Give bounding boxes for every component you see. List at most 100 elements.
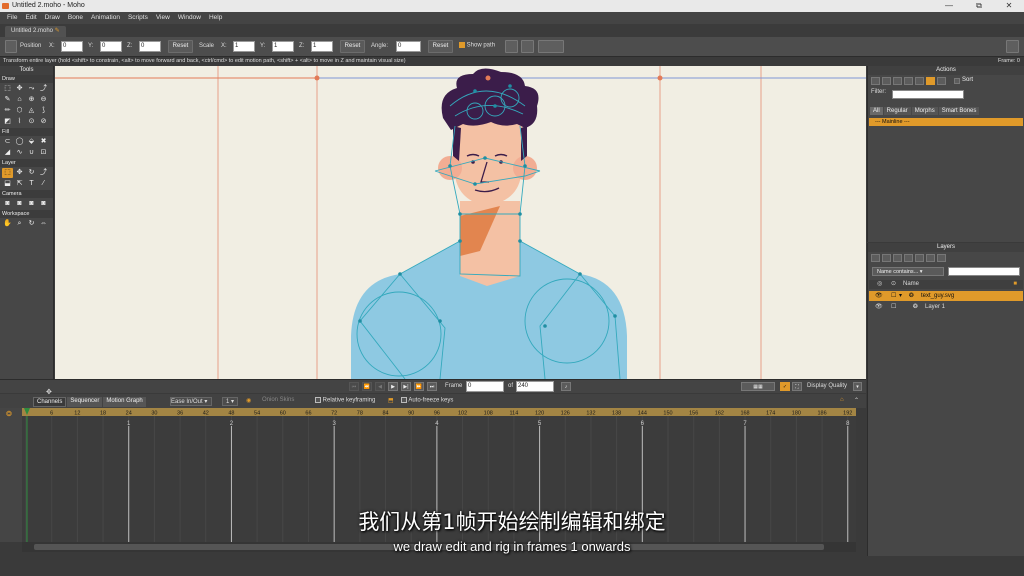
- auto-freeze-checkbox[interactable]: [401, 397, 407, 403]
- tab-sequencer[interactable]: Sequencer: [67, 397, 103, 407]
- layer-tool-icon[interactable]: ✥: [14, 168, 25, 178]
- workspace-tool-icon[interactable]: ⌕: [14, 219, 25, 229]
- actions-filter-input[interactable]: [892, 90, 964, 99]
- draw-tool-icon[interactable]: ⬚: [2, 84, 13, 94]
- menu-view[interactable]: View: [152, 12, 174, 24]
- pos-x-input[interactable]: 0: [61, 41, 83, 52]
- audio-icon[interactable]: ♪: [561, 382, 571, 391]
- freeze-icon[interactable]: ⬒: [388, 397, 394, 404]
- layer-tool-icon[interactable]: ⬓: [2, 179, 13, 189]
- draw-tool-icon[interactable]: ⤳: [26, 84, 37, 94]
- first-frame-button[interactable]: ⏮: [349, 382, 359, 391]
- draw-tool-icon[interactable]: ⊙: [26, 117, 37, 127]
- action-option-icon-2[interactable]: [915, 77, 924, 85]
- layer-copy-icon[interactable]: [893, 254, 902, 262]
- tab-motion-graph[interactable]: Motion Graph: [103, 397, 146, 407]
- reset-position-button[interactable]: Reset: [168, 40, 193, 53]
- eye-icon[interactable]: 👁: [875, 291, 883, 301]
- fill-tool-icon[interactable]: ⊂: [2, 137, 13, 147]
- duplicate-action-icon[interactable]: [882, 77, 891, 85]
- interval-dropdown[interactable]: 1 ▾: [222, 397, 239, 406]
- prev-frame-button[interactable]: ◀: [375, 382, 385, 391]
- draw-tool-icon[interactable]: ◬: [26, 106, 37, 116]
- tab-morphs[interactable]: Morphs: [911, 107, 938, 115]
- delete-action-icon[interactable]: [893, 77, 902, 85]
- path-point-2[interactable]: [485, 75, 491, 81]
- checkbox-icon[interactable]: ☐: [891, 302, 896, 312]
- tab-all[interactable]: All: [870, 107, 883, 115]
- layer-tool-icon[interactable]: ⇱: [14, 179, 25, 189]
- sort-checkbox[interactable]: [954, 78, 960, 84]
- layer-row-layer-1[interactable]: 👁 ☐ ❂ Layer 1: [869, 302, 1023, 312]
- show-path-toggle[interactable]: Show path: [459, 42, 495, 49]
- play-button[interactable]: ▶: [388, 382, 398, 391]
- timeline-collapse-icon[interactable]: ⌃: [854, 397, 859, 404]
- camera-tool-icon[interactable]: ◙: [14, 199, 25, 209]
- menu-animation[interactable]: Animation: [87, 12, 124, 24]
- menu-window[interactable]: Window: [174, 12, 205, 24]
- draw-tool-icon[interactable]: ✥: [14, 84, 25, 94]
- fill-tool-icon[interactable]: ⊡: [38, 148, 49, 158]
- scale-z-input[interactable]: 1: [311, 41, 333, 52]
- layer-row-text-guy[interactable]: 👁 ☐ ▾ ❂ text_guy.svg: [869, 291, 1023, 301]
- mainline-row[interactable]: --- Mainline ---: [869, 118, 1023, 126]
- checkbox-icon[interactable]: ☐: [891, 291, 896, 301]
- draw-tool-icon[interactable]: ⌂: [14, 95, 25, 105]
- camera-tool-icon[interactable]: ◙: [2, 199, 13, 209]
- layer-tool-icon[interactable]: ↻: [26, 168, 37, 178]
- draw-tool-icon[interactable]: ✏: [2, 106, 13, 116]
- reset-angle-button[interactable]: Reset: [428, 40, 453, 53]
- tab-channels[interactable]: Channels: [33, 397, 67, 407]
- layer-dropdown-icon[interactable]: [538, 40, 564, 53]
- path-point-3[interactable]: [657, 75, 663, 81]
- prev-keyframe-button[interactable]: ⏪: [362, 382, 372, 391]
- new-action-icon[interactable]: [871, 77, 880, 85]
- draw-tool-icon[interactable]: ⌇: [14, 117, 25, 127]
- delete-layer-icon[interactable]: [904, 254, 913, 262]
- camera-tool-icon[interactable]: ◙: [26, 199, 37, 209]
- layer-tool-icon[interactable]: ⬚: [2, 168, 13, 178]
- fill-tool-icon[interactable]: ✖: [38, 137, 49, 147]
- menu-scripts[interactable]: Scripts: [124, 12, 152, 24]
- close-button[interactable]: ✕: [994, 0, 1024, 12]
- draw-tool-icon[interactable]: ⤴: [38, 84, 49, 94]
- relative-keyframing-checkbox[interactable]: [315, 397, 321, 403]
- render-check-icon[interactable]: ✓: [780, 382, 790, 391]
- draw-tool-icon[interactable]: ⊘: [38, 117, 49, 127]
- next-keyframe-button[interactable]: ⏩: [414, 382, 424, 391]
- workspace-tool-icon[interactable]: ↻: [26, 219, 37, 229]
- pos-z-input[interactable]: 0: [139, 41, 161, 52]
- eye-icon[interactable]: 👁: [875, 302, 883, 312]
- draw-tool-icon[interactable]: ◩: [2, 117, 13, 127]
- library-icon[interactable]: [1006, 40, 1019, 53]
- duplicate-layer-icon[interactable]: [882, 254, 891, 262]
- action-option-icon[interactable]: [904, 77, 913, 85]
- fill-tool-icon[interactable]: ∪: [26, 148, 37, 158]
- tab-smart-bones[interactable]: Smart Bones: [938, 107, 980, 115]
- action-filter-icon[interactable]: [926, 77, 935, 85]
- layer-tool-icon[interactable]: T: [26, 179, 37, 189]
- camera-tool-icon[interactable]: ◙: [38, 199, 49, 209]
- frame-input[interactable]: 0: [466, 381, 504, 392]
- expand-arrow-icon[interactable]: ▾: [899, 291, 902, 301]
- last-frame-button[interactable]: ⏭: [427, 382, 437, 391]
- layer-option-icon-4[interactable]: [937, 254, 946, 262]
- fill-tool-icon[interactable]: ⬙: [26, 137, 37, 147]
- timeline-ruler[interactable]: 6 12 18 24 30 36 42 48 54 60 66 72 78 84 90 96 102 108 114…: [22, 408, 856, 417]
- layer-option-icon[interactable]: [505, 40, 518, 53]
- draw-tool-icon[interactable]: ⟆: [38, 106, 49, 116]
- layer-settings-icon[interactable]: [915, 254, 924, 262]
- workspace-tool-icon[interactable]: ✋: [2, 219, 13, 229]
- fill-tool-icon[interactable]: ◯: [14, 137, 25, 147]
- view-mode-icon[interactable]: ▦▦: [741, 382, 775, 391]
- interpolation-dropdown[interactable]: Ease In/Out ▾: [170, 397, 213, 406]
- reset-scale-button[interactable]: Reset: [340, 40, 365, 53]
- angle-input[interactable]: 0: [396, 41, 421, 52]
- menu-draw[interactable]: Draw: [41, 12, 64, 24]
- document-tab[interactable]: Untitled 2.moho ✎: [5, 26, 66, 37]
- tab-regular[interactable]: Regular: [883, 107, 911, 115]
- action-view-icon[interactable]: [937, 77, 946, 85]
- draw-tool-icon[interactable]: ⬡: [14, 106, 25, 116]
- total-frames-input[interactable]: 240: [516, 381, 554, 392]
- draw-tool-icon[interactable]: ⊕: [26, 95, 37, 105]
